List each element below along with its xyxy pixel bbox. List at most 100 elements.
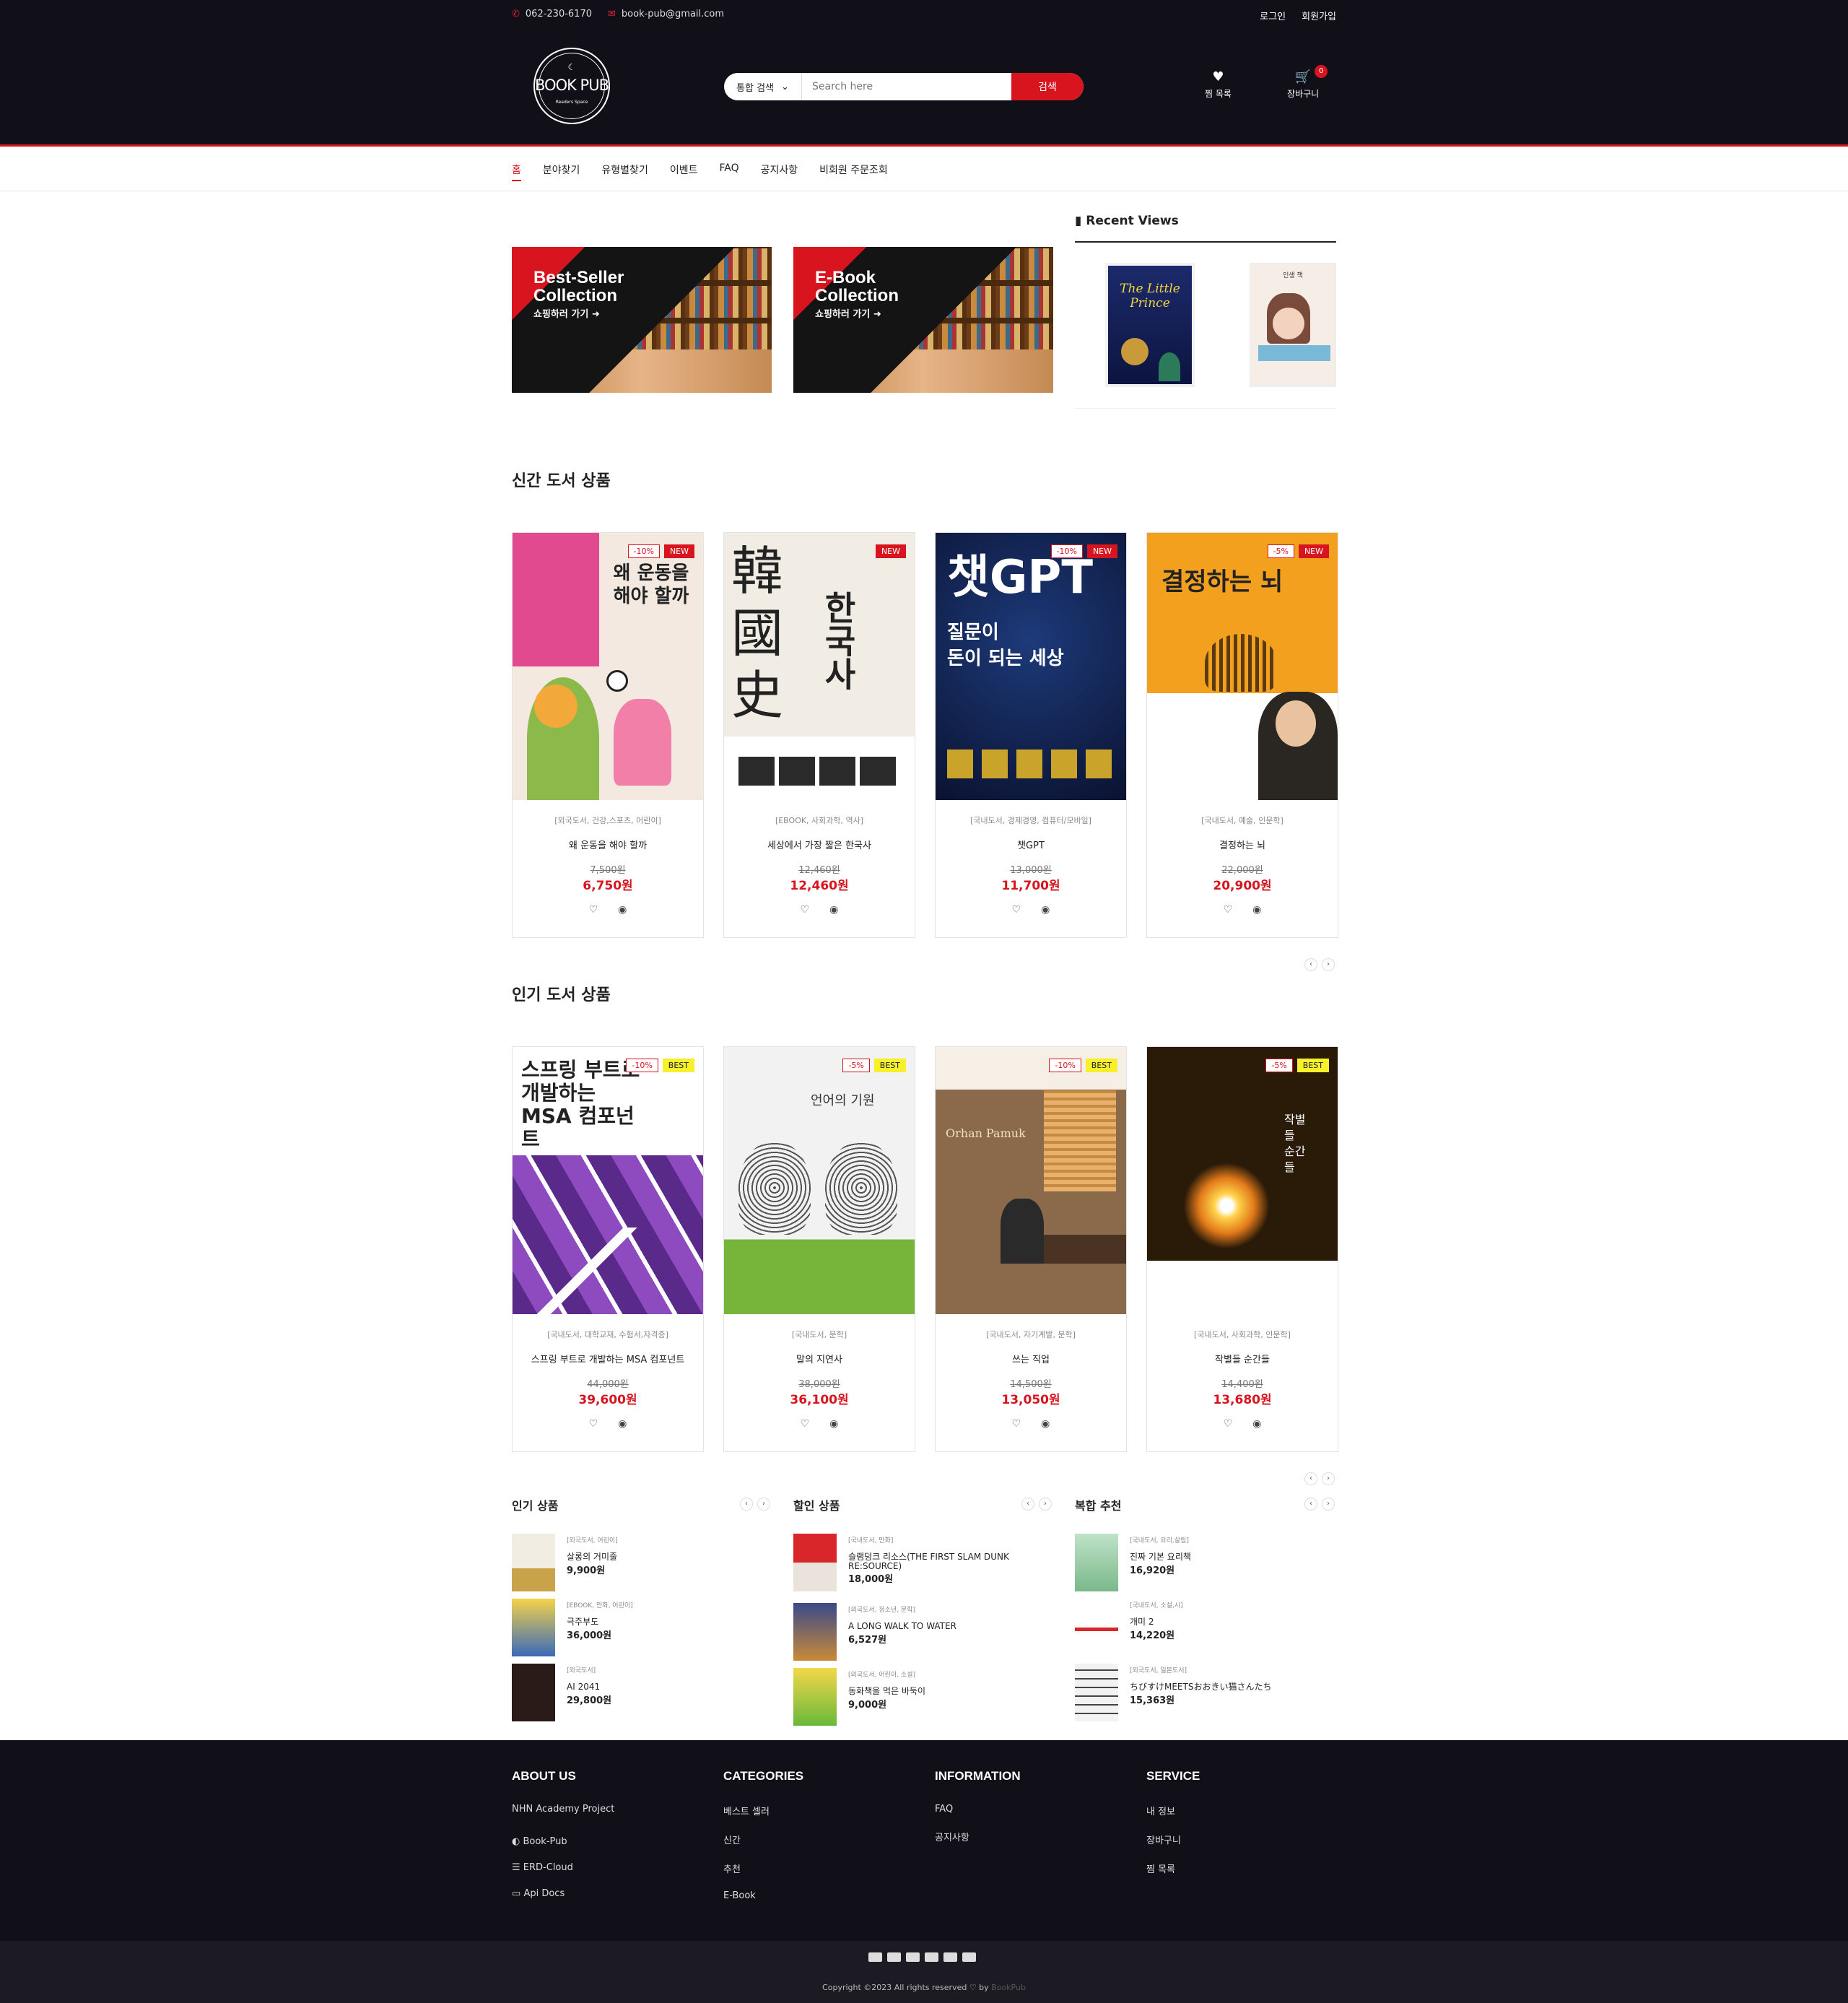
new-badge: NEW xyxy=(1298,544,1329,558)
list-item-name: A LONG WALK TO WATER xyxy=(848,1621,956,1631)
product-cover[interactable]: 언어의 기원 xyxy=(724,1047,915,1314)
list-item-category: [외국도서, 어린이] xyxy=(567,1537,618,1544)
footer: ABOUT US NHN Academy Project ◐ Book-Pub … xyxy=(0,1740,1848,1941)
product-cover[interactable]: 왜 운동을 해야 할까 xyxy=(513,533,703,800)
chevron-right-icon[interactable]: › xyxy=(1039,1498,1052,1511)
eye-icon[interactable]: ◉ xyxy=(1252,904,1261,916)
product-category: [국내도서, 대학교재, 수험서,자격증] xyxy=(547,1330,668,1339)
list-item-price: 15,363원 xyxy=(1130,1695,1175,1706)
eye-icon[interactable]: ◉ xyxy=(1041,1418,1050,1430)
product-card[interactable]: 언어의 기원 -5% BEST [국내도서, 문학] 말의 지연사 38,000원… xyxy=(723,1046,915,1452)
banner-link[interactable]: 쇼핑하러 가기 ➜ xyxy=(533,306,600,320)
product-sale-price: 12,460원 xyxy=(790,879,849,893)
eye-icon[interactable]: ◉ xyxy=(618,904,627,916)
footer-link[interactable]: 신간 xyxy=(723,1833,803,1846)
product-card[interactable]: 왜 운동을 해야 할까 -10% NEW [외국도서, 건강,스포츠, 어린이] … xyxy=(512,532,704,938)
product-cover[interactable]: 韓國史 한국사 xyxy=(724,533,915,800)
brand-link[interactable]: BookPub xyxy=(991,1983,1026,1992)
banner-link[interactable]: 쇼핑하러 가기 ➜ xyxy=(815,306,881,320)
new-badge: NEW xyxy=(663,544,694,558)
product-card[interactable]: 결정하는 뇌 -5% NEW [국내도서, 예술, 인문학] 결정하는 뇌 22,… xyxy=(1146,532,1338,938)
chevron-left-icon[interactable]: ‹ xyxy=(1304,1498,1317,1511)
list-item[interactable]: [국내도서, 소설,시] 개미 2 14,220원 xyxy=(1075,1599,1313,1656)
product-cover[interactable]: 스프링 부트로 개발하는 MSA 컴포넌트 xyxy=(513,1047,703,1314)
list-item[interactable]: [외국도서, 어린이, 소설] 동화책을 먹은 바둑이 9,000원 xyxy=(793,1668,1032,1726)
footer-link-api[interactable]: ▭ Api Docs xyxy=(512,1888,614,1899)
footer-link[interactable]: 내 정보 xyxy=(1146,1804,1200,1817)
list-item[interactable]: [외국도서, 청소년, 문학] A LONG WALK TO WATER 6,527… xyxy=(793,1603,1032,1661)
product-cover[interactable]: 챗GPT 질문이 돈이 되는 세상 xyxy=(936,533,1126,800)
chevron-left-icon[interactable]: ‹ xyxy=(1021,1498,1034,1511)
product-category: [외국도서, 건강,스포츠, 어린이] xyxy=(554,816,661,825)
eye-icon[interactable]: ◉ xyxy=(829,904,838,916)
eye-icon[interactable]: ◉ xyxy=(618,1418,627,1430)
product-cover[interactable]: Orhan Pamuk xyxy=(936,1047,1126,1314)
product-original-price: 12,460원 xyxy=(798,865,840,876)
footer-link-erd[interactable]: ☰ ERD-Cloud xyxy=(512,1862,614,1873)
list-item[interactable]: [국내도서, 요리,살림] 진짜 기본 요리책 16,920원 xyxy=(1075,1534,1313,1591)
list-item-thumbnail xyxy=(1075,1664,1118,1721)
list-item[interactable]: [EBOOK, 만화, 어린이] 극주부도 36,000원 xyxy=(512,1599,750,1656)
heart-icon[interactable]: ♡ xyxy=(801,904,810,916)
chevron-left-icon[interactable]: ‹ xyxy=(740,1498,753,1511)
list-item[interactable]: [국내도서, 만화] 슬램덩크 리소스(THE FIRST SLAM DUNK R… xyxy=(793,1534,1032,1591)
discover-icon xyxy=(943,1952,957,1962)
best-badge: BEST xyxy=(662,1059,694,1072)
product-card[interactable]: 챗GPT 질문이 돈이 되는 세상 -10% NEW [국내도서, 경제경영, 컴퓨… xyxy=(935,532,1127,938)
list-item[interactable]: [외국도서, 어린이] 살롱의 거미줄 9,900원 xyxy=(512,1534,750,1591)
heart-icon[interactable]: ♡ xyxy=(589,904,598,916)
chevron-right-icon[interactable]: › xyxy=(1322,958,1335,971)
product-name[interactable]: 세상에서 가장 짧은 한국사 xyxy=(724,838,915,851)
heart-icon[interactable]: ♡ xyxy=(1012,904,1021,916)
product-sale-price: 6,750원 xyxy=(583,879,633,893)
footer-link[interactable]: 공지사항 xyxy=(935,1830,1021,1843)
ebook-banner[interactable]: E-Book Collection 쇼핑하러 가기 ➜ xyxy=(793,247,1053,393)
recent-book-cover[interactable]: 인생 책 xyxy=(1250,263,1336,387)
eye-icon[interactable]: ◉ xyxy=(1252,1418,1261,1430)
popular-books-title: 인기 도서 상품 xyxy=(512,986,611,1004)
eye-icon[interactable]: ◉ xyxy=(1041,904,1050,916)
footer-link[interactable]: 장바구니 xyxy=(1146,1833,1200,1846)
product-card[interactable]: 스프링 부트로 개발하는 MSA 컴포넌트 -10% BEST [국내도서, 대학… xyxy=(512,1046,704,1452)
chevron-left-icon[interactable]: ‹ xyxy=(1304,958,1317,971)
best-badge: BEST xyxy=(1296,1059,1329,1072)
product-name[interactable]: 말의 지연사 xyxy=(724,1352,915,1365)
recent-book-cover[interactable]: The Little Prince xyxy=(1105,263,1195,387)
product-original-price: 44,000원 xyxy=(587,1379,629,1390)
list-item[interactable]: [외국도서] AI 2041 29,800원 xyxy=(512,1664,750,1721)
product-name[interactable]: 왜 운동을 해야 할까 xyxy=(513,838,703,851)
eye-icon[interactable]: ◉ xyxy=(829,1418,838,1430)
footer-link[interactable]: FAQ xyxy=(935,1804,1021,1815)
heart-icon[interactable]: ♡ xyxy=(589,1418,598,1430)
heart-icon[interactable]: ♡ xyxy=(1224,904,1233,916)
heart-icon[interactable]: ♡ xyxy=(801,1418,810,1430)
chevron-left-icon[interactable]: ‹ xyxy=(1304,1472,1317,1485)
chevron-right-icon[interactable]: › xyxy=(1322,1472,1335,1485)
product-cover[interactable]: 결정하는 뇌 xyxy=(1147,533,1338,800)
product-name[interactable]: 작별들 순간들 xyxy=(1147,1352,1338,1365)
product-name[interactable]: 챗GPT xyxy=(936,838,1126,851)
chevron-right-icon[interactable]: › xyxy=(757,1498,770,1511)
discount-badge: -5% xyxy=(842,1059,870,1072)
product-card[interactable]: 韓國史 한국사 NEW [EBOOK, 사회과학, 역사] 세상에서 가장 짧은… xyxy=(723,532,915,938)
product-card[interactable]: Orhan Pamuk -10% BEST [국내도서, 자기계발, 문학] 쓰는… xyxy=(935,1046,1127,1452)
footer-heading: SERVICE xyxy=(1146,1769,1200,1783)
product-card[interactable]: 작별들 순간들 -5% BEST [국내도서, 사회과학, 인문학] 작별들 순간… xyxy=(1146,1046,1338,1452)
heart-icon[interactable]: ♡ xyxy=(1012,1418,1021,1430)
chevron-right-icon[interactable]: › xyxy=(1322,1498,1335,1511)
footer-link[interactable]: 찜 목록 xyxy=(1146,1861,1200,1875)
product-name[interactable]: 결정하는 뇌 xyxy=(1147,838,1338,851)
list-item-name: 극주부도 xyxy=(567,1617,599,1627)
heart-icon[interactable]: ♡ xyxy=(1224,1418,1233,1430)
footer-link[interactable]: 베스트 셀러 xyxy=(723,1804,803,1817)
list-item[interactable]: [외국도서, 일본도서] ちびすけMEETSおおきい猫さんたち 15,363원 xyxy=(1075,1664,1313,1721)
product-sale-price: 39,600원 xyxy=(578,1393,637,1407)
popular-books-pager: ‹ › xyxy=(1304,1472,1335,1485)
footer-link-github[interactable]: ◐ Book-Pub xyxy=(512,1836,614,1847)
product-name[interactable]: 쓰는 직업 xyxy=(936,1352,1126,1365)
product-cover[interactable]: 작별들 순간들 xyxy=(1147,1047,1338,1314)
footer-link[interactable]: 추천 xyxy=(723,1861,803,1875)
bestseller-banner[interactable]: Best-Seller Collection 쇼핑하러 가기 ➜ xyxy=(512,247,772,393)
product-name[interactable]: 스프링 부트로 개발하는 MSA 컴포넌트 xyxy=(513,1352,703,1365)
footer-link[interactable]: E-Book xyxy=(723,1890,803,1901)
